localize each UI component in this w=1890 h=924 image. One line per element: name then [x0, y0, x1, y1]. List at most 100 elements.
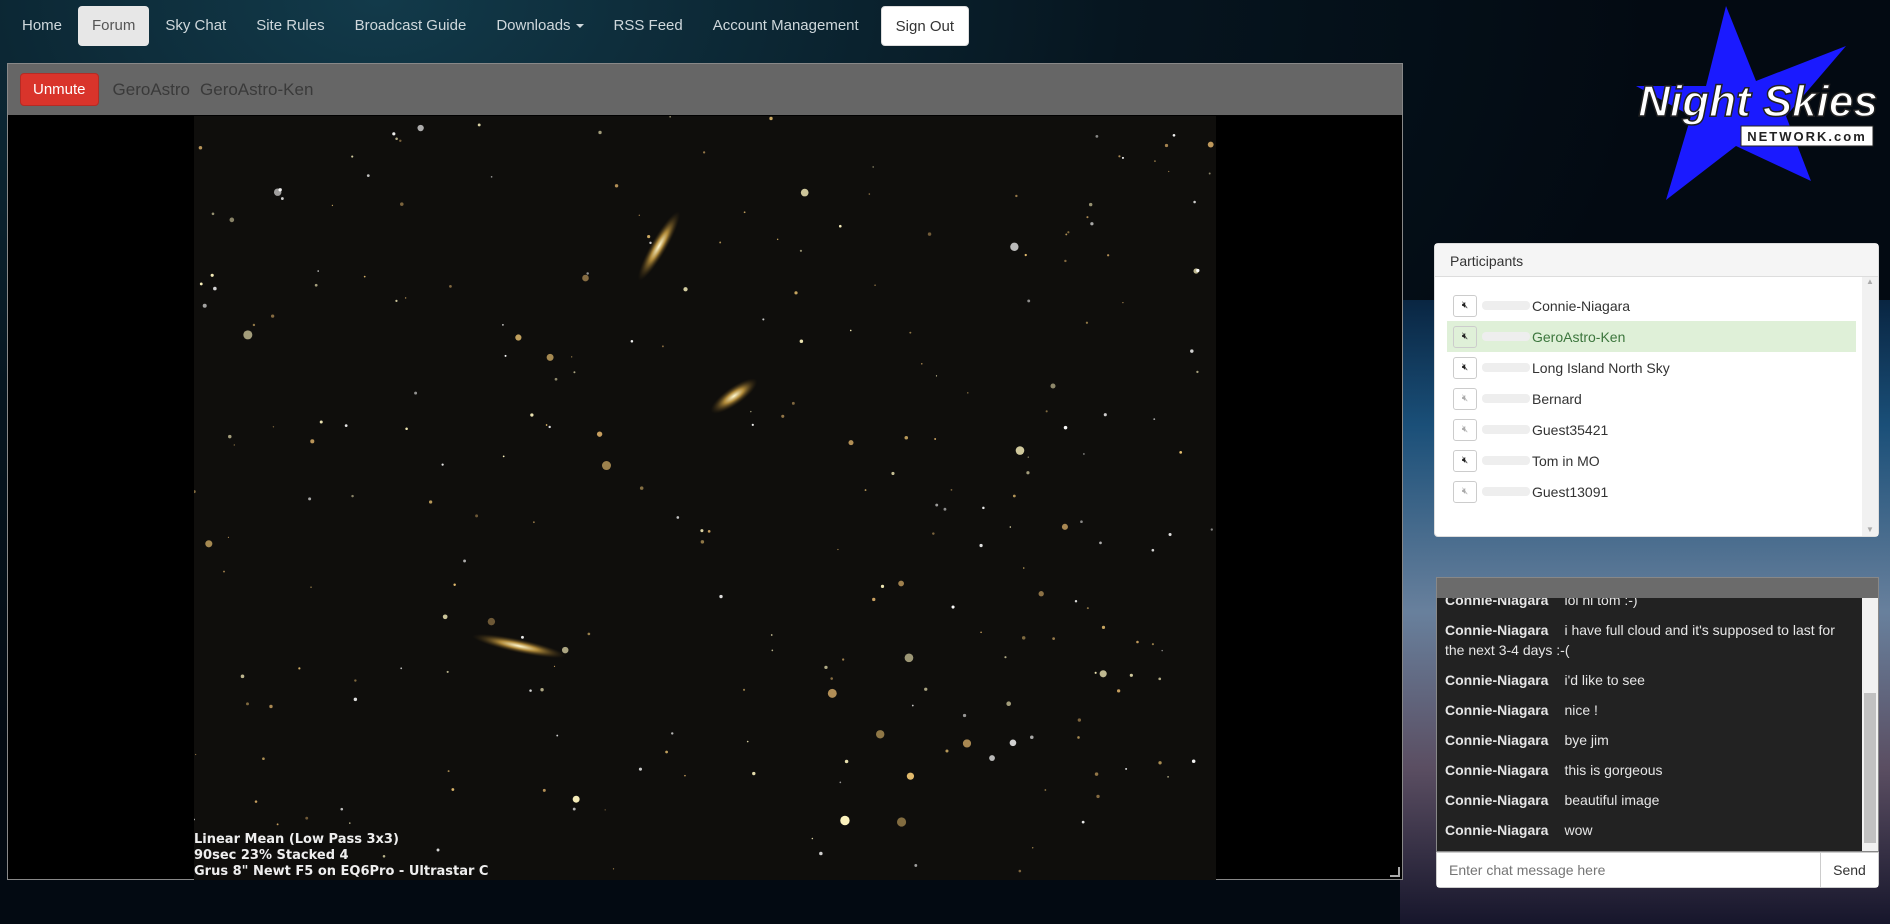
nav-downloads-label: Downloads	[496, 17, 571, 34]
nav-sky-chat[interactable]: Sky Chat	[151, 6, 240, 46]
chat-user: Connie-Niagara	[1445, 822, 1549, 838]
star	[194, 818, 195, 821]
star	[1015, 446, 1025, 455]
star	[848, 440, 854, 446]
star	[1077, 736, 1080, 739]
star	[1052, 637, 1055, 641]
star	[1094, 772, 1099, 776]
star	[587, 632, 591, 636]
star	[742, 688, 746, 691]
audio-level-bar	[1482, 394, 1530, 403]
star	[227, 536, 230, 538]
star	[317, 270, 320, 272]
send-button[interactable]: Send	[1820, 853, 1878, 887]
speaker-mute-icon: 🔇︎	[1461, 362, 1469, 373]
star	[351, 155, 354, 158]
star	[1164, 143, 1169, 148]
star	[210, 273, 214, 277]
star	[405, 427, 408, 430]
mute-toggle-button[interactable]: 🔇︎	[1453, 418, 1477, 441]
star	[1122, 301, 1124, 304]
star	[504, 354, 507, 357]
star	[308, 497, 312, 501]
star	[363, 275, 366, 278]
star	[573, 371, 576, 374]
participant-name: Guest13091	[1532, 483, 1609, 500]
star	[707, 529, 711, 533]
participants-scrollbar[interactable]: ▲ ▼	[1862, 277, 1878, 536]
star	[743, 211, 746, 214]
chat-message: Connie-Niagara bye jim	[1445, 730, 1840, 750]
star	[1006, 701, 1012, 707]
star	[1021, 636, 1026, 640]
nav-downloads[interactable]: Downloads	[482, 6, 597, 46]
star	[1063, 425, 1068, 430]
star	[475, 514, 479, 518]
star	[781, 414, 785, 418]
chat-text: this is gorgeous	[1564, 762, 1663, 778]
star	[395, 299, 398, 303]
star	[1107, 254, 1110, 257]
mute-toggle-button[interactable]: 🔇︎	[1453, 294, 1477, 317]
star	[943, 507, 947, 511]
participant-row: 🔇︎ GeroAstro-Ken	[1447, 321, 1856, 352]
nav-home[interactable]: Home	[8, 6, 76, 46]
star	[194, 753, 197, 756]
star	[1099, 541, 1102, 545]
star	[596, 431, 603, 437]
star	[800, 188, 809, 197]
star	[344, 424, 348, 428]
star	[223, 570, 225, 573]
scroll-thumb[interactable]	[1864, 693, 1876, 843]
mute-toggle-button[interactable]: 🔇︎	[1453, 356, 1477, 379]
star	[1193, 200, 1196, 204]
chat-scrollbar[interactable]	[1862, 598, 1878, 851]
audio-level-bar	[1482, 301, 1530, 310]
star	[545, 424, 548, 426]
chat-user: Connie-Niagara	[1445, 598, 1549, 608]
nav-forum[interactable]: Forum	[78, 6, 150, 46]
star	[601, 461, 612, 471]
star	[638, 767, 643, 771]
star	[837, 548, 839, 551]
star	[211, 212, 215, 216]
star	[911, 704, 914, 707]
star	[353, 697, 358, 702]
star	[702, 151, 706, 154]
chat-message: Connie-Niagara beautiful image	[1445, 790, 1840, 810]
mute-toggle-button[interactable]: 🔇︎	[1453, 325, 1477, 348]
star	[1018, 869, 1022, 873]
star	[1196, 370, 1199, 374]
nav-broadcast-guide[interactable]: Broadcast Guide	[341, 6, 481, 46]
star	[556, 734, 559, 737]
star	[453, 583, 456, 586]
participant-row: 🔇︎ Long Island North Sky	[1447, 352, 1856, 383]
star	[604, 809, 606, 811]
star	[530, 413, 534, 417]
participant-name: Tom in MO	[1532, 452, 1600, 469]
chat-message: Connie-Niagara lol hi tom :-)	[1445, 598, 1840, 610]
mute-toggle-button[interactable]: 🔇︎	[1453, 480, 1477, 503]
star	[1094, 671, 1097, 674]
star	[1129, 673, 1133, 677]
chat-message-input[interactable]	[1437, 853, 1820, 887]
chat-user: Connie-Niagara	[1445, 732, 1549, 748]
star	[872, 597, 876, 602]
nav-site-rules[interactable]: Site Rules	[242, 6, 338, 46]
unmute-button[interactable]: Unmute	[20, 73, 99, 106]
star	[1088, 202, 1093, 207]
nav-account-management[interactable]: Account Management	[699, 6, 873, 46]
star	[1086, 607, 1089, 610]
audio-level-bar	[1482, 425, 1530, 434]
star	[1004, 656, 1007, 659]
star	[951, 605, 955, 609]
nav-rss-feed[interactable]: RSS Feed	[600, 6, 697, 46]
mute-toggle-button[interactable]: 🔇︎	[1453, 387, 1477, 410]
star	[228, 434, 232, 439]
sign-out-button[interactable]: Sign Out	[880, 6, 970, 46]
resize-handle[interactable]	[1390, 867, 1400, 877]
mute-toggle-button[interactable]: 🔇︎	[1453, 449, 1477, 472]
chat-message: Connie-Niagara i have full cloud and it's…	[1445, 620, 1840, 660]
star	[746, 740, 749, 743]
star	[880, 584, 885, 589]
